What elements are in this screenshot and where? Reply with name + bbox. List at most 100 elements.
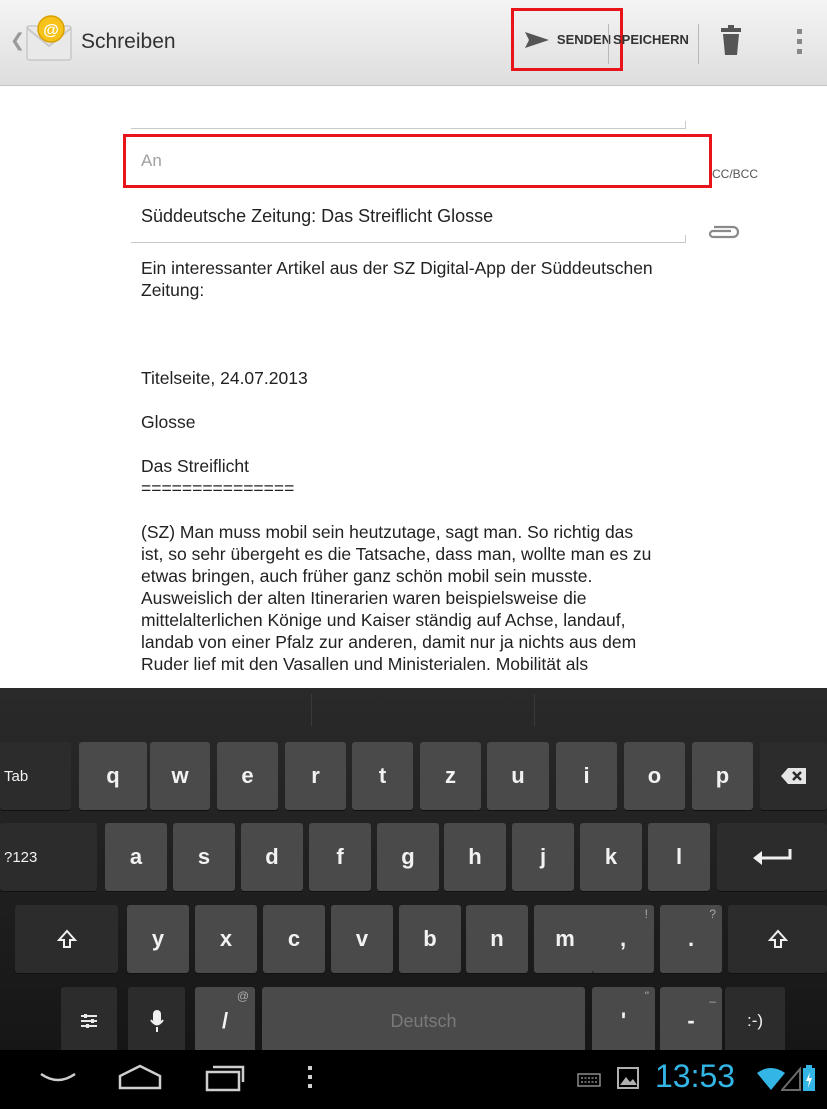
body-line: Ein interessanter Artikel aus der SZ Dig… bbox=[141, 258, 653, 278]
key-u[interactable]: u bbox=[487, 742, 549, 810]
key-n[interactable]: n bbox=[466, 905, 528, 973]
body-line: ist, so sehr übergeht es die Tatsache, d… bbox=[141, 544, 652, 564]
divider bbox=[131, 128, 686, 129]
key-label: , bbox=[619, 926, 627, 951]
backspace-icon[interactable] bbox=[760, 742, 827, 810]
key-r[interactable]: r bbox=[285, 742, 346, 810]
body-line: =============== bbox=[141, 478, 295, 498]
key-label: - bbox=[687, 1008, 695, 1033]
key-x[interactable]: x bbox=[195, 905, 257, 973]
key-label: ' bbox=[620, 1008, 627, 1033]
key-t[interactable]: t bbox=[352, 742, 413, 810]
image-icon bbox=[617, 1067, 639, 1089]
key-hint: " bbox=[644, 989, 649, 1003]
key-g[interactable]: g bbox=[377, 823, 439, 891]
key-f[interactable]: f bbox=[309, 823, 371, 891]
space-bar[interactable]: Deutsch bbox=[262, 987, 585, 1055]
key-a[interactable]: a bbox=[105, 823, 167, 891]
key-e[interactable]: e bbox=[217, 742, 278, 810]
key-o[interactable]: o bbox=[624, 742, 685, 810]
key-symbols[interactable]: ?123 bbox=[0, 823, 97, 891]
key-smiley[interactable]: :-) bbox=[725, 987, 785, 1055]
suggestion-strip bbox=[0, 688, 827, 732]
to-input[interactable] bbox=[141, 151, 641, 171]
key-dash[interactable]: - _ bbox=[660, 987, 722, 1055]
body-line: mittelalterlichen Könige und Kaiser stän… bbox=[141, 610, 626, 630]
body-line: Glosse bbox=[141, 412, 196, 432]
shift-icon bbox=[767, 929, 788, 948]
key-c[interactable]: c bbox=[263, 905, 325, 973]
key-b[interactable]: b bbox=[399, 905, 461, 973]
paperclip-icon[interactable] bbox=[706, 224, 740, 240]
battery-icon bbox=[803, 1065, 815, 1091]
body-line: (SZ) Man muss mobil sein heutzutage, sag… bbox=[141, 522, 634, 542]
send-button-label: SENDEN bbox=[556, 32, 612, 47]
key-j[interactable]: j bbox=[512, 823, 574, 891]
divider bbox=[685, 121, 686, 129]
body-line: Ruder lief mit den Vasallen und Minister… bbox=[141, 654, 589, 674]
key-p[interactable]: p bbox=[692, 742, 753, 810]
shift-left-button[interactable] bbox=[15, 905, 118, 973]
ccbcc-button[interactable]: CC/BCC bbox=[712, 167, 758, 181]
key-i[interactable]: i bbox=[556, 742, 617, 810]
message-body[interactable]: Ein interessanter Artikel aus der SZ Dig… bbox=[141, 257, 711, 690]
divider bbox=[131, 242, 686, 243]
body-line: Ausweislich der alten Itinerarien waren … bbox=[141, 588, 587, 608]
settings-icon[interactable] bbox=[61, 987, 117, 1055]
body-line: Zeitung: bbox=[141, 280, 205, 300]
key-hint: ! bbox=[644, 907, 648, 921]
key-v[interactable]: v bbox=[331, 905, 393, 973]
key-s[interactable]: s bbox=[173, 823, 235, 891]
key-q[interactable]: q bbox=[79, 742, 147, 810]
key-hint: _ bbox=[709, 989, 716, 1003]
back-icon[interactable] bbox=[38, 1068, 78, 1088]
system-bar: 13:53 bbox=[0, 1050, 827, 1109]
key-z[interactable]: z bbox=[420, 742, 481, 810]
recents-icon[interactable] bbox=[205, 1064, 245, 1092]
key-y[interactable]: y bbox=[127, 905, 189, 973]
email-app-icon[interactable]: @ bbox=[21, 14, 77, 70]
trash-icon[interactable] bbox=[720, 24, 742, 58]
key-period[interactable]: . ? bbox=[660, 905, 722, 973]
menu-icon[interactable] bbox=[307, 1064, 313, 1090]
keyboard-icon bbox=[577, 1073, 601, 1087]
divider bbox=[685, 235, 686, 243]
body-line: Titelseite, 24.07.2013 bbox=[141, 368, 308, 388]
key-label: . bbox=[687, 926, 695, 951]
enter-icon[interactable] bbox=[717, 823, 827, 891]
subject-field[interactable]: Süddeutsche Zeitung: Das Streiflicht Glo… bbox=[141, 206, 493, 227]
key-apostrophe[interactable]: ' " bbox=[592, 987, 655, 1055]
body-line: Das Streiflicht bbox=[141, 456, 249, 476]
onscreen-keyboard: Tab q w e r t z u i o p ?123 a s d f g h… bbox=[0, 688, 827, 1055]
to-field[interactable] bbox=[123, 134, 712, 188]
page-title: Schreiben bbox=[81, 30, 176, 53]
send-button[interactable]: SENDEN bbox=[511, 8, 623, 71]
key-k[interactable]: k bbox=[580, 823, 642, 891]
key-comma[interactable]: , ! bbox=[592, 905, 654, 973]
overflow-menu-icon[interactable] bbox=[795, 27, 803, 57]
key-d[interactable]: d bbox=[241, 823, 303, 891]
key-m[interactable]: m bbox=[534, 905, 596, 973]
key-hint: ? bbox=[709, 907, 716, 921]
body-line: landab von einer Pfalz zur anderen, dami… bbox=[141, 632, 637, 652]
clock: 13:53 bbox=[655, 1058, 736, 1094]
key-tab[interactable]: Tab bbox=[0, 742, 71, 810]
microphone-icon[interactable] bbox=[128, 987, 185, 1055]
send-icon bbox=[524, 31, 549, 48]
save-button[interactable]: SPEICHERN bbox=[613, 32, 689, 47]
shift-icon bbox=[56, 929, 77, 948]
key-hint: @ bbox=[236, 989, 249, 1003]
svg-text:@: @ bbox=[43, 22, 59, 39]
key-label: / bbox=[221, 1008, 229, 1033]
action-bar: ❮ @ Schreiben SENDEN SPEICHERN bbox=[0, 0, 827, 86]
shift-right-button[interactable] bbox=[728, 905, 827, 973]
signal-icon bbox=[781, 1067, 801, 1091]
key-w[interactable]: w bbox=[150, 742, 210, 810]
divider bbox=[608, 24, 609, 64]
key-l[interactable]: l bbox=[648, 823, 710, 891]
body-line: etwas bringen, auch früher ganz schön mo… bbox=[141, 566, 593, 586]
home-icon[interactable] bbox=[118, 1064, 162, 1090]
key-slash[interactable]: / @ bbox=[195, 987, 255, 1055]
divider bbox=[698, 24, 699, 64]
key-h[interactable]: h bbox=[444, 823, 506, 891]
